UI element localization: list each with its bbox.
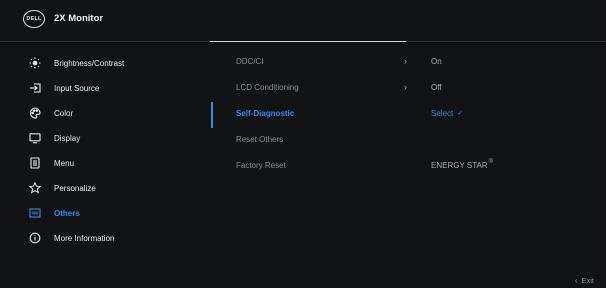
brightness-icon [29,57,41,69]
menu-label: Others [54,208,80,218]
menu-label: Personalize [54,183,96,193]
chevron-left-icon: ‹ [574,276,578,285]
menu-icon [29,157,41,169]
submenu-label: Self-Diagnostic [236,108,295,118]
registered-mark: ® [488,159,494,165]
star-icon [29,182,41,194]
submenu-label: DDC/CI [236,56,264,66]
submenu-item-lcd-conditioning[interactable]: LCD Conditioning › [236,76,416,98]
menu-item-personalize[interactable]: Personalize [0,177,212,199]
exit-button[interactable]: ‹ Exit [575,276,594,285]
submenu-item-self-diagnostic[interactable]: Self-Diagnostic [236,102,416,124]
menu-item-more-information[interactable]: More Information [0,227,212,249]
menu-label: Input Source [54,83,100,93]
menu-item-menu[interactable]: Menu [0,152,212,174]
select-label: Select [431,108,454,118]
menu-label: Menu [54,158,75,168]
menu-item-display[interactable]: Display [0,127,212,149]
chevron-right-icon: › [404,56,407,66]
submenu-item-factory-reset[interactable]: Factory Reset [236,154,416,176]
energy-star-text: ENERGY STAR [431,160,488,170]
self-diagnostic-select[interactable]: Select ✓ [431,102,463,124]
color-palette-icon [29,107,41,119]
lcd-conditioning-value: Off [431,82,442,92]
menu-label: Display [54,133,81,143]
menu-item-input-source[interactable]: Input Source [0,77,212,99]
exit-label: Exit [581,276,594,285]
menu-item-others[interactable]: Others [0,202,212,224]
dell-logo: DELL [23,10,45,28]
energy-star-label: ENERGY STAR ® [431,154,493,176]
input-source-icon [29,82,41,94]
submenu-item-ddc-ci[interactable]: DDC/CI › [236,50,416,72]
submenu-label: Factory Reset [236,160,286,170]
display-icon [29,132,41,144]
chevron-right-icon: › [404,82,407,92]
menu-item-brightness-contrast[interactable]: Brightness/Contrast [0,52,212,74]
osd-window: DELL 2X Monitor Brightness/Contrast Inpu… [0,0,606,288]
checkmark-icon: ✓ [457,110,464,117]
submenu-label: Reset Others [236,134,284,144]
header-divider-highlight [210,41,406,42]
menu-label: Brightness/Contrast [54,58,125,68]
menu-label: Color [54,108,74,118]
menu-label: More Information [54,233,115,243]
info-icon [29,232,41,244]
others-icon [29,207,41,219]
submenu-item-reset-others[interactable]: Reset Others [236,128,416,150]
monitor-model-title: 2X Monitor [54,13,104,24]
active-section-indicator [211,102,213,128]
menu-item-color[interactable]: Color [0,102,212,124]
ddc-ci-value: On [431,56,442,66]
osd-header: DELL 2X Monitor [0,0,606,42]
submenu-label: LCD Conditioning [236,82,299,92]
